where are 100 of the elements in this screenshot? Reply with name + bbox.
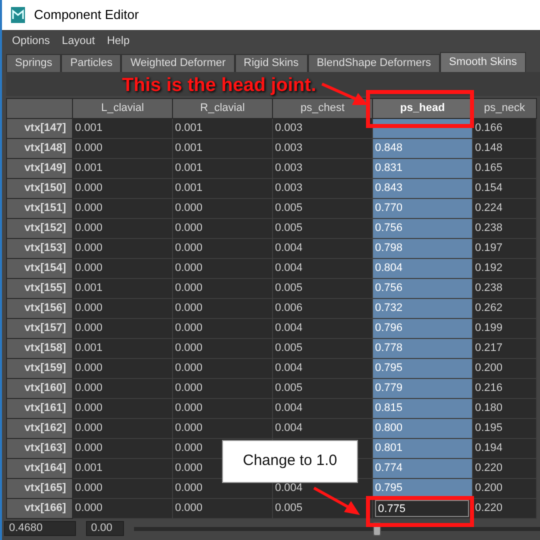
table-cell: 0.000 [172,198,272,218]
tab[interactable]: Weighted Deformer [121,54,235,72]
table-cell: 0.000 [72,218,172,238]
tab[interactable]: Springs [6,54,62,72]
table-cell: 0.238 [472,218,536,238]
table-cell: 0.192 [472,258,536,278]
row-header[interactable]: vtx[160] [6,378,72,398]
row-header[interactable]: vtx[166] [6,498,72,518]
table-cell: 0.800 [372,418,472,438]
cell-edit-field[interactable]: 0.775 [375,500,469,517]
row-header[interactable]: vtx[156] [6,298,72,318]
menu-item[interactable]: Layout [56,32,101,50]
table-cell: 0.000 [72,478,172,498]
row-header[interactable]: vtx[150] [6,178,72,198]
table-cell: 0.003 [272,138,372,158]
table-cell: 0.148 [472,138,536,158]
table-cell: 0.796 [372,318,472,338]
row-header[interactable]: vtx[157] [6,318,72,338]
row-header[interactable]: vtx[148] [6,138,72,158]
column-header[interactable]: ps_head [372,98,472,118]
table-cell: 0.831 [372,158,472,178]
row-header[interactable]: vtx[159] [6,358,72,378]
table-cell: 0.000 [172,358,272,378]
table-cell: 0.165 [472,158,536,178]
table-cell: 0.801 [372,438,472,458]
table-cell: 0.000 [172,298,272,318]
table-cell: 0.000 [72,418,172,438]
table-cell: 0.000 [72,358,172,378]
menu-item[interactable]: Help [100,32,136,50]
table-cell: 0.154 [472,178,536,198]
row-header[interactable]: vtx[165] [6,478,72,498]
table-cell: 0.000 [72,318,172,338]
table-cell: 0.194 [472,438,536,458]
value-field[interactable]: 0.4680 [4,521,76,536]
column-header[interactable]: ps_chest [272,98,372,118]
table-cell: 0.003 [272,158,372,178]
row-header[interactable]: vtx[149] [6,158,72,178]
tab[interactable]: Rigid Skins [234,54,308,72]
table-cell: 0.001 [72,158,172,178]
table-cell: 0.005 [272,218,372,238]
callout-box: Change to 1.0 [222,440,358,483]
table-cell: 0.001 [72,278,172,298]
table-cell: 0.000 [172,258,272,278]
table-cell: 0.006 [272,298,372,318]
table-cell: 0.778 [372,338,472,358]
table-cell: 0.000 [172,218,272,238]
table-cell: 0.843 [372,178,472,198]
table-cell: 0.220 [472,498,536,518]
table-cell: 0.000 [72,378,172,398]
table-cell: 0.001 [72,458,172,478]
column-header[interactable]: L_clavial [72,98,172,118]
table-cell: 0.004 [272,358,372,378]
table-cell: 0.804 [372,258,472,278]
column-header[interactable]: R_clavial [172,98,272,118]
table-cell: 0.000 [172,278,272,298]
table-cell: 0.798 [372,238,472,258]
table-cell: 0.000 [172,398,272,418]
row-header[interactable]: vtx[163] [6,438,72,458]
table-cell: 0.003 [272,178,372,198]
table-cell: 0.000 [72,498,172,518]
tab[interactable]: Particles [61,54,122,72]
row-header[interactable]: vtx[151] [6,198,72,218]
app-icon [10,6,26,24]
row-header[interactable]: vtx[164] [6,458,72,478]
row-header[interactable]: vtx[154] [6,258,72,278]
row-header[interactable]: vtx[147] [6,118,72,138]
table-cell: 0.000 [72,178,172,198]
table-cell: 0.166 [472,118,536,138]
table-cell: 0.732 [372,298,472,318]
menu-item[interactable]: Options [6,32,56,50]
table-cell: 0.000 [72,138,172,158]
row-header[interactable]: vtx[158] [6,338,72,358]
table-cell: 0.199 [472,318,536,338]
table-cell: 0.774 [372,458,472,478]
table-cell: 0.238 [472,278,536,298]
table-cell: 0.848 [372,138,472,158]
table-cell: 0.001 [172,118,272,138]
table-cell: 0.001 [72,338,172,358]
table-cell: 0.001 [172,138,272,158]
column-header[interactable]: ps_neck [472,98,536,118]
amount-field[interactable]: 0.00 [86,521,124,536]
table-cell: 0.000 [72,238,172,258]
table-cell: 0.000 [172,418,272,438]
window-title: Component Editor [34,6,139,24]
table-cell: 0.005 [272,378,372,398]
row-header[interactable]: vtx[153] [6,238,72,258]
row-header[interactable]: vtx[155] [6,278,72,298]
table-cell: 0.000 [72,398,172,418]
table-cell: 0.756 [372,218,472,238]
table-cell: 0.001 [72,118,172,138]
table-cell: 0.770 [372,198,472,218]
annotation-text: This is the head joint. [122,74,316,98]
tab[interactable]: BlendShape Deformers [308,54,440,72]
table-cell: 0.200 [472,478,536,498]
annotation-arrow [312,486,362,518]
row-header[interactable]: vtx[162] [6,418,72,438]
tab[interactable]: Smooth Skins [440,52,526,72]
table-cell: 0.000 [72,298,172,318]
row-header[interactable]: vtx[152] [6,218,72,238]
row-header[interactable]: vtx[161] [6,398,72,418]
